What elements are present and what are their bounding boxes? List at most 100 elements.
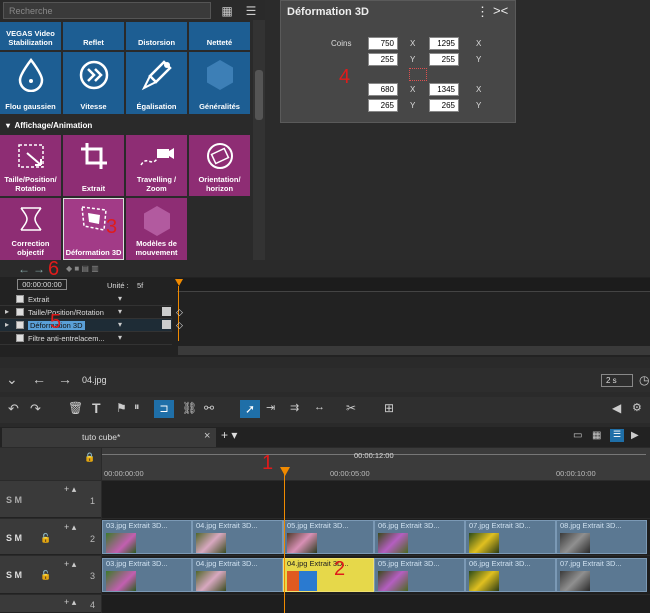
- clip[interactable]: 06.jpg Extrait 3D...: [374, 520, 465, 554]
- duration-field[interactable]: 2 s: [601, 374, 633, 387]
- curve-icon[interactable]: [162, 320, 171, 329]
- top-left-y-field[interactable]: 255: [368, 53, 398, 66]
- solo-mute[interactable]: S M: [6, 495, 22, 505]
- track-header-2[interactable]: S M 🔓 + ▴ 2: [0, 519, 101, 555]
- top-left-x-field[interactable]: 750: [368, 37, 398, 50]
- split-icon[interactable]: ⏸: [134, 401, 140, 414]
- more-menu-icon[interactable]: ⋮: [476, 4, 489, 20]
- keyframe-ruler[interactable]: [177, 278, 650, 292]
- list-view-icon[interactable]: ☰: [243, 3, 259, 19]
- keyframe-tools-icon[interactable]: ◆ ■ ▤ ▥: [66, 264, 99, 273]
- clip[interactable]: 07.jpg Extrait 3D...: [465, 520, 556, 554]
- expand-icon[interactable]: ▸: [5, 307, 9, 316]
- clip-selected[interactable]: 04.jpg Extrait 3D...: [283, 558, 374, 592]
- redo-icon[interactable]: ↷: [30, 401, 41, 417]
- add-track-icon[interactable]: + ▴: [64, 559, 76, 570]
- keyframe-diamond-icon[interactable]: ◇: [176, 307, 183, 318]
- keyframe-row-filtre[interactable]: Filtre anti-entrelacem...: [0, 332, 172, 345]
- arrow-right-icon[interactable]: →: [33, 262, 45, 276]
- clip[interactable]: 06.jpg Extrait 3D...: [465, 558, 556, 592]
- tile-distorsion[interactable]: Distorsion: [126, 22, 187, 50]
- lock-icon[interactable]: 🔒: [84, 452, 95, 463]
- scrollbar-thumb[interactable]: [255, 70, 263, 120]
- clip[interactable]: 07.jpg Extrait 3D...: [556, 558, 647, 592]
- checkbox[interactable]: [16, 321, 24, 329]
- top-right-y-field[interactable]: 255: [429, 53, 459, 66]
- effects-scrollbar[interactable]: [253, 20, 265, 260]
- time-field[interactable]: 00:00:00:00: [17, 279, 67, 290]
- timeline-playhead-marker[interactable]: [280, 467, 290, 476]
- title-icon[interactable]: T: [92, 400, 101, 416]
- keyframe-row-deformation-3d[interactable]: Déformation 3D: [0, 319, 172, 332]
- collapse-chevron-icon[interactable]: ⌄: [6, 371, 18, 388]
- marker-icon[interactable]: ⚑: [116, 401, 127, 415]
- timeline-view-icon[interactable]: ☰: [610, 429, 624, 442]
- clip[interactable]: 03.jpg Extrait 3D...: [102, 520, 192, 554]
- back-icon[interactable]: ←: [32, 371, 46, 387]
- chevron-down-icon[interactable]: ▾: [118, 294, 122, 303]
- clip[interactable]: 05.jpg Extrait 3D...: [374, 558, 465, 592]
- add-track-icon[interactable]: + ▴: [64, 484, 76, 495]
- keyframe-row-extrait[interactable]: Extrait: [0, 293, 172, 306]
- section-header[interactable]: ▾ Affichage/Animation: [0, 119, 252, 133]
- tile-orientation-horizon[interactable]: Orientation/ horizon: [189, 135, 250, 196]
- tile-generalites[interactable]: Généralités: [189, 52, 250, 114]
- solo-mute[interactable]: S M: [6, 533, 22, 543]
- track-header-3[interactable]: S M 🔓 + ▴ 3: [0, 556, 101, 594]
- tile-taille-position-rotation[interactable]: Taille/Position/ Rotation: [0, 135, 61, 196]
- chevron-down-icon[interactable]: ▾: [118, 307, 122, 316]
- settings-icon[interactable]: ⚙: [632, 401, 642, 414]
- track-header-4[interactable]: + ▴ 4: [0, 595, 101, 613]
- lock-icon[interactable]: 🔓: [40, 570, 51, 581]
- undo-icon[interactable]: ↶: [8, 401, 19, 417]
- monitor-icon[interactable]: ▭: [573, 430, 582, 441]
- cut-icon[interactable]: ✂: [346, 401, 356, 415]
- select-cursor-icon[interactable]: ➚: [240, 400, 260, 418]
- track-lane-1[interactable]: [102, 481, 650, 518]
- add-track-icon[interactable]: + ▴: [64, 522, 76, 533]
- track-lane-4[interactable]: [102, 595, 650, 613]
- grid-icon[interactable]: ▦: [592, 430, 601, 441]
- clip[interactable]: 08.jpg Extrait 3D...: [556, 520, 647, 554]
- insert-icon[interactable]: ⊞: [384, 401, 394, 415]
- tile-extrait[interactable]: Extrait: [63, 135, 124, 196]
- keyframe-diamond-icon[interactable]: ◇: [176, 320, 183, 331]
- bottom-left-x-field[interactable]: 680: [368, 83, 398, 96]
- checkbox[interactable]: [16, 295, 24, 303]
- clip[interactable]: 04.jpg Extrait 3D...: [192, 558, 283, 592]
- add-tab-icon[interactable]: + ▾: [221, 428, 237, 442]
- grid-view-icon[interactable]: ▦: [219, 3, 235, 19]
- clip[interactable]: 03.jpg Extrait 3D...: [102, 558, 192, 592]
- tile-vitesse[interactable]: Vitesse: [63, 52, 124, 114]
- range-select-icon[interactable]: ⇥: [266, 401, 275, 414]
- bottom-right-x-field[interactable]: 1345: [429, 83, 459, 96]
- tile-flou-gaussien[interactable]: Flou gaussien: [0, 52, 61, 114]
- unlink-icon[interactable]: ⚯: [204, 401, 214, 415]
- horizontal-scrollbar[interactable]: [178, 346, 650, 355]
- checkbox[interactable]: [16, 308, 24, 316]
- tile-egalisation[interactable]: Égalisation: [126, 52, 187, 114]
- bottom-right-y-field[interactable]: 265: [429, 99, 459, 112]
- camera-icon[interactable]: ▶: [631, 430, 639, 441]
- close-icon[interactable]: ×: [204, 430, 210, 442]
- tile-vegas-stabilization[interactable]: VEGAS Video Stabilization: [0, 22, 61, 50]
- volume-icon[interactable]: ◀: [612, 401, 621, 415]
- forward-icon[interactable]: →: [58, 371, 72, 387]
- tab-tuto-cube[interactable]: tuto cube* ×: [2, 428, 216, 447]
- link-icon[interactable]: ⛓: [182, 401, 197, 415]
- clip[interactable]: 04.jpg Extrait 3D...: [192, 520, 283, 554]
- clock-icon[interactable]: ◷: [639, 373, 649, 387]
- add-track-icon[interactable]: + ▴: [64, 597, 76, 608]
- tile-correction-objectif[interactable]: Correction objectif: [0, 198, 61, 260]
- expand-icon[interactable]: ▸: [5, 320, 9, 329]
- tile-modeles-mouvement[interactable]: Modèles de mouvement: [126, 198, 187, 260]
- playhead-marker[interactable]: [175, 279, 183, 286]
- track-header-1[interactable]: S M + ▴ 1: [0, 481, 101, 518]
- arrow-left-icon[interactable]: ←: [18, 262, 30, 276]
- chevron-down-icon[interactable]: ▾: [118, 320, 122, 329]
- tile-reflet[interactable]: Reflet: [63, 22, 124, 50]
- lock-icon[interactable]: 🔓: [40, 533, 51, 544]
- solo-mute[interactable]: S M: [6, 570, 22, 580]
- clip[interactable]: 05.jpg Extrait 3D...: [283, 520, 374, 554]
- magnet-icon[interactable]: ⊐: [154, 400, 174, 418]
